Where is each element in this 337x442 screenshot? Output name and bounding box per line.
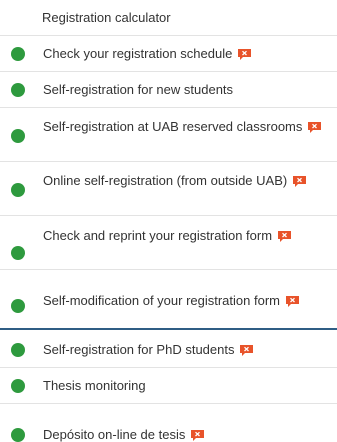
message-alert-icon — [238, 49, 252, 60]
menu-item-check-registration-schedule[interactable]: Check your registration schedule — [0, 36, 337, 72]
menu-item-thesis-monitoring[interactable]: Thesis monitoring — [0, 368, 337, 404]
message-alert-icon — [285, 296, 299, 307]
green-circle-icon — [11, 129, 25, 143]
menu-item-self-registration-phd-students[interactable]: Self-registration for PhD students — [0, 330, 337, 368]
menu-item-label: Self-modification of your registration f… — [43, 294, 333, 308]
menu-item-label: Check and reprint your registration form — [43, 229, 333, 243]
message-alert-icon — [240, 345, 254, 356]
menu-item-online-self-registration[interactable]: Online self-registration (from outside U… — [0, 162, 337, 216]
green-circle-icon — [11, 83, 25, 97]
menu-item-self-modification-registration-form[interactable]: Self-modification of your registration f… — [0, 270, 337, 330]
message-alert-icon — [293, 176, 307, 187]
message-alert-icon — [278, 231, 292, 242]
menu-item-deposito-online-tesis[interactable]: Depósito on-line de tesis — [0, 404, 337, 442]
green-circle-icon — [11, 379, 25, 393]
menu-item-label: Online self-registration (from outside U… — [43, 174, 333, 188]
menu-item-label: Self-registration at UAB reserved classr… — [43, 120, 333, 134]
menu-item-label: Depósito on-line de tesis — [43, 428, 333, 442]
green-circle-icon — [11, 246, 25, 260]
menu-item-self-registration-new-students[interactable]: Self-registration for new students — [0, 72, 337, 108]
menu-item-label: Thesis monitoring — [43, 378, 146, 393]
menu-item-check-reprint-registration-form[interactable]: Check and reprint your registration form — [0, 216, 337, 270]
green-circle-icon — [11, 47, 25, 61]
menu-list: Registration calculator Check your regis… — [0, 0, 337, 442]
menu-item-label: Check your registration schedule — [43, 47, 333, 61]
message-alert-icon — [191, 430, 205, 441]
green-circle-icon — [11, 183, 25, 197]
menu-item-self-registration-reserved-classrooms[interactable]: Self-registration at UAB reserved classr… — [0, 108, 337, 162]
menu-item-label: Self-registration for PhD students — [43, 343, 333, 357]
menu-item-label: Self-registration for new students — [43, 82, 234, 97]
menu-item-label: Registration calculator — [42, 10, 171, 25]
menu-item-registration-calculator[interactable]: Registration calculator — [0, 0, 337, 36]
green-circle-icon — [11, 428, 25, 442]
message-alert-icon — [308, 122, 322, 133]
green-circle-icon — [11, 299, 25, 313]
green-circle-icon — [11, 343, 25, 357]
